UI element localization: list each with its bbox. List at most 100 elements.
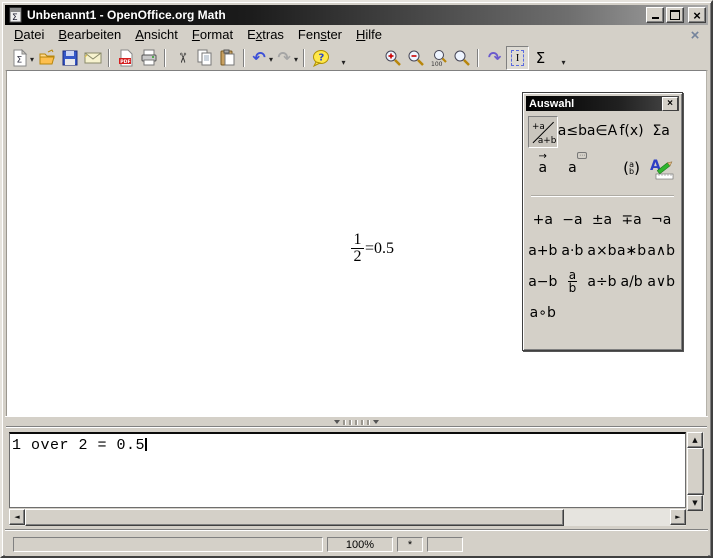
symbol-button[interactable]: a∧b xyxy=(646,235,676,266)
dropdown-arrow-icon xyxy=(29,49,34,67)
command-hscrollbar[interactable] xyxy=(9,509,686,526)
symbol-button[interactable]: ∓a xyxy=(617,204,647,235)
menu-item-hilfe[interactable]: Hilfe xyxy=(349,26,389,44)
menu-item-ansicht[interactable]: Ansicht xyxy=(128,26,185,44)
menu-item-datei[interactable]: Datei xyxy=(7,26,51,44)
scroll-left-button[interactable] xyxy=(9,509,25,525)
dropdown-arrow-icon xyxy=(293,49,298,67)
status-extra-field xyxy=(427,537,463,552)
fraction: 1 2 xyxy=(351,233,364,264)
application-window: Σ Unbenannt1 - OpenOffice.org Math Datei… xyxy=(0,0,713,558)
toolbar-options-button[interactable] xyxy=(332,46,355,70)
paste-button[interactable] xyxy=(216,46,239,70)
hscrollbar-thumb[interactable] xyxy=(25,509,564,526)
symbol-button[interactable]: a∗b xyxy=(617,235,647,266)
category-formats-button[interactable]: A xyxy=(646,153,676,183)
menu-item-bearbeiten[interactable]: Bearbeiten xyxy=(51,26,128,44)
zoom-in-button[interactable] xyxy=(381,46,404,70)
send-email-button[interactable] xyxy=(81,46,104,70)
arrow-down-icon xyxy=(692,500,697,507)
category-brackets-button[interactable]: ab xyxy=(617,153,647,183)
minimize-icon xyxy=(652,17,659,19)
auswahl-close-button[interactable] xyxy=(662,97,678,111)
category-spacer xyxy=(587,153,617,183)
print-button[interactable] xyxy=(137,46,160,70)
arrow-left-icon xyxy=(14,514,19,521)
toolbar-separator xyxy=(477,49,479,67)
toolbar-separator xyxy=(164,49,166,67)
symbol-a-over-b-button[interactable]: ab xyxy=(558,266,588,297)
symbols-button[interactable]: Σ xyxy=(529,46,552,70)
category-set-operations-button[interactable]: a∈A xyxy=(587,116,617,146)
open-button[interactable] xyxy=(35,46,58,70)
zoom-button[interactable] xyxy=(450,46,473,70)
symbol-button[interactable]: a+b xyxy=(528,235,558,266)
command-input[interactable]: 1 over 2 = 0.5 xyxy=(9,432,686,508)
hscrollbar-track[interactable] xyxy=(564,509,670,526)
formula-cursor-button[interactable]: I xyxy=(506,46,529,70)
symbol-button[interactable]: ±a xyxy=(587,204,617,235)
vscrollbar-thumb[interactable] xyxy=(687,448,704,495)
symbol-spacer xyxy=(587,297,617,328)
symbol-button[interactable]: a·b xyxy=(558,235,588,266)
zoom-out-button[interactable] xyxy=(404,46,427,70)
auswahl-title: Auswahl xyxy=(529,98,662,110)
symbol-button[interactable]: a∘b xyxy=(528,297,558,328)
symbol-button[interactable]: a−b xyxy=(528,266,558,297)
save-button[interactable] xyxy=(58,46,81,70)
symbol-button[interactable]: −a xyxy=(558,204,588,235)
brackets-icon: ab xyxy=(623,159,640,177)
auswahl-title-bar[interactable]: Auswahl xyxy=(526,96,679,111)
symbol-button[interactable]: ¬a xyxy=(646,204,676,235)
category-relations-button[interactable]: a≤b xyxy=(558,116,588,146)
status-zoom-field[interactable]: 100% xyxy=(327,537,393,552)
symbol-button[interactable]: a/b xyxy=(617,266,647,297)
category-operators-button[interactable]: Σa xyxy=(646,116,676,146)
status-modified-field: * xyxy=(397,537,423,552)
symbol-button[interactable]: +a xyxy=(528,204,558,235)
undo-button[interactable]: ↶ xyxy=(249,46,274,70)
command-vscrollbar[interactable] xyxy=(687,432,704,511)
maximize-button[interactable] xyxy=(666,7,684,23)
zoom-out-icon xyxy=(407,49,425,67)
refresh-icon: ↷ xyxy=(486,49,504,67)
category-unary-binary-operators-button[interactable]: +a a+b xyxy=(528,116,558,148)
command-text: 1 over 2 = 0.5 xyxy=(12,437,145,454)
refresh-button[interactable]: ↷ xyxy=(483,46,506,70)
help-icon: ? xyxy=(312,49,330,67)
close-button[interactable] xyxy=(688,7,706,23)
export-pdf-button[interactable]: PDF xyxy=(114,46,137,70)
help-button[interactable]: ? xyxy=(309,46,332,70)
svg-text:100: 100 xyxy=(431,61,443,67)
symbol-spacer xyxy=(558,297,588,328)
new-formula-button[interactable]: Σ xyxy=(10,46,35,70)
minimize-button[interactable] xyxy=(646,7,664,23)
title-bar[interactable]: Σ Unbenannt1 - OpenOffice.org Math xyxy=(5,5,708,25)
toolbar-options-button[interactable] xyxy=(552,46,575,70)
auswahl-window: Auswahl +aa+ba≤ba∈Af(x)ΣaaaabA +a−a±a∓a¬… xyxy=(522,92,683,351)
cut-button[interactable]: ✂ xyxy=(170,46,193,70)
scroll-down-button[interactable] xyxy=(687,495,703,511)
category-others-button[interactable]: a xyxy=(558,153,588,183)
zoom-100-button[interactable]: 100 xyxy=(427,46,450,70)
scroll-right-button[interactable] xyxy=(670,509,686,525)
symbol-button[interactable]: a∨b xyxy=(646,266,676,297)
app-icon[interactable]: Σ xyxy=(8,7,24,23)
menu-item-format[interactable]: Format xyxy=(185,26,240,44)
redo-button[interactable]: ↷ xyxy=(274,46,299,70)
svg-text:+a: +a xyxy=(532,122,545,132)
text-cursor xyxy=(145,438,147,451)
menu-item-extras[interactable]: Extras xyxy=(240,26,291,44)
attributes-icon: a xyxy=(539,160,548,176)
category-functions-button[interactable]: f(x) xyxy=(617,116,647,146)
symbol-button[interactable]: a÷b xyxy=(587,266,617,297)
category-attributes-button[interactable]: a xyxy=(528,153,558,183)
svg-text:a+b: a+b xyxy=(538,136,557,146)
close-document-icon[interactable] xyxy=(688,27,702,44)
fraction-denominator: 2 xyxy=(354,250,362,264)
symbol-button[interactable]: a×b xyxy=(587,235,617,266)
copy-button[interactable] xyxy=(193,46,216,70)
scroll-up-button[interactable] xyxy=(687,432,703,448)
fraction-numerator: 1 xyxy=(354,233,362,247)
menu-item-fenster[interactable]: Fenster xyxy=(291,26,349,44)
